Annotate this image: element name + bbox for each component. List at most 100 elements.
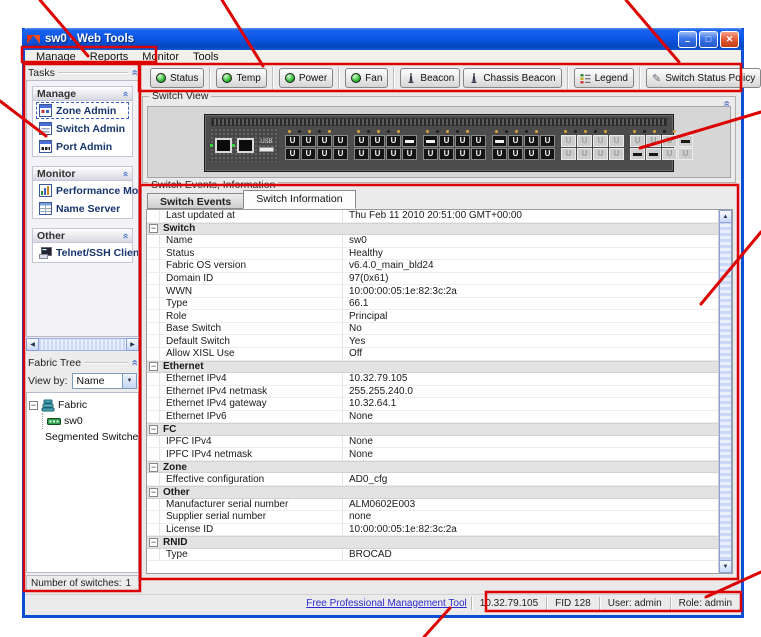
sidebar-item-port-admin[interactable]: Port Admin [36, 138, 129, 155]
collapse-chevron-icon[interactable]: « [120, 171, 131, 177]
power-button[interactable]: Power [278, 68, 334, 88]
temp-button[interactable]: Temp [216, 68, 267, 88]
switch-port[interactable] [402, 135, 417, 147]
tree-expander-icon[interactable]: − [29, 400, 38, 410]
collapse-chevron-icon[interactable]: « [120, 91, 131, 97]
switch-port[interactable] [678, 135, 693, 147]
tree-node-segmented-switches[interactable]: Segmented Switches [42, 429, 138, 445]
sidebar-item-telnet-ssh-client[interactable]: Telnet/SSH Client [36, 244, 138, 261]
manage-section-header[interactable]: Manage « [33, 87, 132, 101]
maximize-button[interactable]: □ [699, 30, 718, 48]
close-button[interactable]: ✕ [720, 30, 739, 48]
switch-port[interactable]: U [561, 148, 576, 160]
tab-switch-events[interactable]: Switch Events [147, 193, 245, 209]
sidebar-item-performance-monitor[interactable]: Performance Monitor [36, 182, 138, 199]
switch-port[interactable]: U [524, 135, 539, 147]
beacon-button[interactable]: Beacon [400, 68, 461, 88]
switch-port[interactable]: U [402, 148, 417, 160]
monitor-section-header[interactable]: Monitor « [33, 167, 132, 181]
scrollbar-thumb[interactable] [719, 223, 732, 560]
switch-port[interactable] [492, 135, 507, 147]
switch-port[interactable]: U [630, 135, 645, 147]
fabric-tree-header[interactable]: Fabric Tree « [28, 356, 140, 369]
ethernet-port[interactable] [210, 137, 232, 153]
scroll-left-button[interactable]: ◀ [26, 338, 39, 351]
switch-port[interactable] [646, 148, 661, 160]
switch-port[interactable]: U [370, 148, 385, 160]
switch-port[interactable]: U [285, 135, 300, 147]
switch-port[interactable]: U [508, 135, 523, 147]
switch-port[interactable]: U [317, 148, 332, 160]
switch-port[interactable]: U [646, 135, 661, 147]
switch-status-policy-button[interactable]: ✎ Switch Status Policy [645, 68, 761, 88]
switch-port[interactable]: U [662, 135, 677, 147]
switch-port[interactable]: U [561, 135, 576, 147]
switch-port[interactable]: U [540, 148, 555, 160]
sidebar-item-name-server[interactable]: Name Server [36, 200, 129, 217]
tasks-header[interactable]: Tasks « [28, 66, 140, 79]
collapse-chevron-icon[interactable]: « [128, 69, 140, 75]
switch-port[interactable]: U [540, 135, 555, 147]
scroll-up-button[interactable]: ▲ [719, 210, 732, 223]
switch-port[interactable]: U [524, 148, 539, 160]
ethernet-port[interactable] [232, 137, 254, 153]
switch-port[interactable]: U [678, 148, 693, 160]
legend-button[interactable]: Legend [573, 68, 634, 88]
switch-port[interactable]: U [455, 135, 470, 147]
switch-port[interactable]: U [609, 135, 624, 147]
menu-tools[interactable]: Tools [186, 51, 226, 63]
switch-port[interactable]: U [439, 135, 454, 147]
collapse-section-icon[interactable]: − [149, 537, 158, 547]
collapse-section-icon[interactable]: − [149, 487, 158, 497]
switch-port[interactable]: U [386, 135, 401, 147]
free-tool-link[interactable]: Free Professional Management Tool [306, 598, 466, 609]
switch-port[interactable]: U [285, 148, 300, 160]
switch-port[interactable]: U [577, 135, 592, 147]
switch-port[interactable]: U [354, 148, 369, 160]
sidebar-item-zone-admin[interactable]: Zone Admin [36, 102, 129, 119]
switch-port[interactable]: U [354, 135, 369, 147]
menu-manage[interactable]: Manage [29, 51, 83, 63]
switch-port[interactable]: U [662, 148, 677, 160]
switch-port[interactable]: U [508, 148, 523, 160]
scroll-down-button[interactable]: ▼ [719, 560, 732, 573]
switch-port[interactable]: U [577, 148, 592, 160]
switch-port[interactable]: U [370, 135, 385, 147]
fan-button[interactable]: Fan [345, 68, 389, 88]
switch-port[interactable]: U [301, 135, 316, 147]
scroll-right-button[interactable]: ▶ [126, 338, 139, 351]
tab-switch-information[interactable]: Switch Information [243, 190, 356, 209]
switch-port[interactable]: U [317, 135, 332, 147]
chassis-beacon-button[interactable]: Chassis Beacon [463, 68, 562, 88]
switch-port[interactable]: U [471, 148, 486, 160]
collapse-section-icon[interactable]: − [149, 224, 158, 234]
menu-reports[interactable]: Reports [83, 51, 136, 63]
switch-port[interactable]: U [455, 148, 470, 160]
other-section-header[interactable]: Other « [33, 229, 132, 243]
collapse-chevron-icon[interactable]: « [128, 359, 140, 365]
switch-port[interactable]: U [301, 148, 316, 160]
switch-port[interactable]: U [386, 148, 401, 160]
minimize-button[interactable]: – [678, 30, 697, 48]
tree-node-sw0[interactable]: sw0 [47, 413, 136, 429]
collapse-section-icon[interactable]: − [149, 362, 158, 372]
menu-monitor[interactable]: Monitor [135, 51, 186, 63]
switch-port[interactable] [630, 148, 645, 160]
view-by-select[interactable]: Name ▼ [71, 372, 137, 389]
scrollbar-track[interactable] [39, 338, 126, 351]
usb-port[interactable]: USB [259, 139, 274, 152]
switch-port[interactable]: U [609, 148, 624, 160]
switch-port[interactable]: U [333, 148, 348, 160]
switch-port[interactable]: U [471, 135, 486, 147]
switch-port[interactable]: U [593, 148, 608, 160]
switch-port[interactable]: U [593, 135, 608, 147]
status-button[interactable]: Status [150, 68, 205, 88]
switch-port[interactable]: U [439, 148, 454, 160]
tree-node-fabric[interactable]: − Fabric [29, 397, 136, 413]
collapse-section-icon[interactable]: − [149, 462, 158, 472]
switch-port[interactable]: U [423, 148, 438, 160]
sidebar-item-switch-admin[interactable]: Switch Admin [36, 120, 129, 137]
switch-port[interactable] [423, 135, 438, 147]
switch-port[interactable]: U [492, 148, 507, 160]
collapse-chevron-icon[interactable]: « [120, 233, 131, 239]
